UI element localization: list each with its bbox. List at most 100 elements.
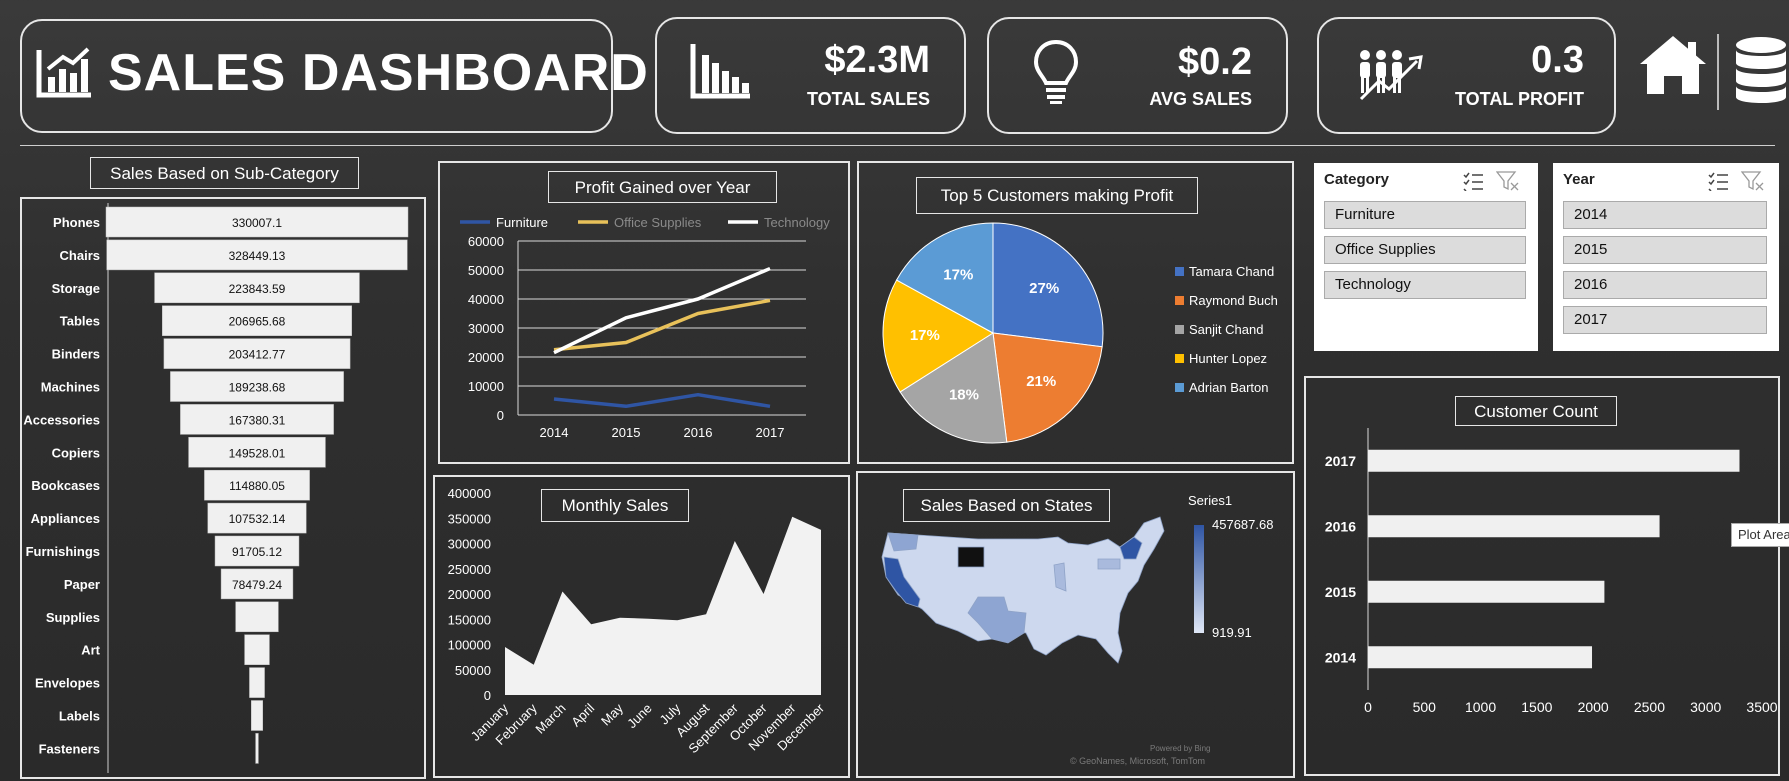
year-item-2016[interactable]: 2016 bbox=[1563, 271, 1767, 299]
map-state-wyoming bbox=[957, 546, 985, 568]
profit-legend-label: Office Supplies bbox=[614, 215, 702, 230]
subcategory-label: Chairs bbox=[60, 248, 100, 263]
profit-chart: 0 10000 20000 30000 40000 50000 60000 2014 2015 2… bbox=[460, 215, 830, 440]
category-slicer: Category Furniture Office Supplies Techn… bbox=[1314, 163, 1538, 351]
pie-data-label: 18% bbox=[949, 387, 979, 404]
pie-data-label: 21% bbox=[1026, 373, 1056, 390]
profit-y-tick: 60000 bbox=[468, 234, 504, 249]
kpi-avg-sales: $0.2 AVG SALES bbox=[987, 17, 1288, 134]
bar-chart-icon bbox=[36, 47, 91, 98]
customer-count-x-tick: 1000 bbox=[1465, 699, 1496, 715]
map-shapes bbox=[881, 516, 1165, 664]
monthly-x-tick: March bbox=[532, 701, 568, 737]
profit-legend-label: Technology bbox=[764, 215, 830, 230]
category-item-furniture[interactable]: Furniture bbox=[1324, 201, 1526, 229]
year-slicer: Year 2014 2015 2016 2017 bbox=[1553, 163, 1779, 351]
year-item-2017[interactable]: 2017 bbox=[1563, 306, 1767, 334]
category-slicer-title: Category bbox=[1324, 171, 1390, 188]
monthly-y-tick: 150000 bbox=[448, 612, 491, 627]
subcategory-label: Furnishings bbox=[26, 544, 100, 559]
subcategory-label: Labels bbox=[59, 709, 100, 724]
customer-count-x-tick: 500 bbox=[1413, 699, 1437, 715]
subcategory-bar bbox=[251, 700, 263, 731]
profit-x-tick: 2014 bbox=[540, 425, 569, 440]
subcategory-label: Appliances bbox=[31, 511, 100, 526]
subcategory-label: Storage bbox=[52, 281, 100, 296]
map-credit-geo: © GeoNames, Microsoft, TomTom bbox=[1070, 756, 1205, 766]
monthly-x-tick: May bbox=[598, 700, 626, 728]
subcategory-label: Art bbox=[81, 643, 100, 658]
customer-count-x-tick: 2000 bbox=[1578, 699, 1609, 715]
kpi-total-sales: $2.3M TOTAL SALES bbox=[655, 17, 966, 134]
subcategory-value-label: 91705.12 bbox=[232, 545, 282, 559]
subcategory-label: Fasteners bbox=[39, 741, 100, 756]
map-title: Sales Based on States bbox=[903, 489, 1110, 522]
subcategory-value-label: 189238.68 bbox=[229, 381, 286, 395]
monthly-y-tick: 50000 bbox=[455, 663, 491, 678]
profit-x-tick: 2016 bbox=[684, 425, 713, 440]
monthly-x-tick: June bbox=[624, 701, 655, 732]
pie-data-label: 27% bbox=[1029, 280, 1059, 297]
total-sales-label: TOTAL SALES bbox=[806, 89, 930, 109]
clear-filter-icon[interactable] bbox=[1496, 170, 1520, 192]
subcategory-chart-title: Sales Based on Sub-Category bbox=[90, 157, 359, 189]
category-item-technology[interactable]: Technology bbox=[1324, 271, 1526, 299]
monthly-y-tick: 400000 bbox=[448, 486, 491, 501]
category-item-office-supplies[interactable]: Office Supplies bbox=[1324, 236, 1526, 264]
clear-filter-icon[interactable] bbox=[1741, 170, 1765, 192]
subcategory-label: Envelopes bbox=[35, 676, 100, 691]
pie-data-label: 17% bbox=[910, 327, 940, 344]
pie-data-label: 17% bbox=[943, 266, 973, 283]
map-us-outline bbox=[881, 516, 1165, 664]
subcategory-label: Supplies bbox=[46, 610, 100, 625]
year-item-2015[interactable]: 2015 bbox=[1563, 236, 1767, 264]
profit-y-tick: 10000 bbox=[468, 379, 504, 394]
subcategory-value-label: 114880.05 bbox=[229, 479, 285, 493]
profit-x-tick: 2017 bbox=[756, 425, 785, 440]
monthly-y-tick: 0 bbox=[484, 688, 491, 703]
monthly-y-tick: 350000 bbox=[448, 511, 491, 526]
subcategory-label: Paper bbox=[64, 577, 100, 592]
pie-legend-swatch bbox=[1175, 383, 1184, 392]
map-legend-min: 919.91 bbox=[1212, 625, 1252, 640]
profit-y-tick: 20000 bbox=[468, 350, 504, 365]
monthly-y-tick: 200000 bbox=[448, 587, 491, 602]
pie-legend-swatch bbox=[1175, 354, 1184, 363]
customer-count-y-label: 2015 bbox=[1325, 584, 1356, 600]
home-icon[interactable] bbox=[1636, 32, 1710, 96]
subcategory-chart-panel: Phones 330007.1 Chairs 328449.13 Storage 2238… bbox=[20, 197, 426, 779]
database-icon[interactable] bbox=[1733, 36, 1789, 106]
lightbulb-icon bbox=[1033, 39, 1079, 104]
subcategory-value-label: 149528.01 bbox=[229, 446, 286, 460]
map-legend-max: 457687.68 bbox=[1212, 517, 1273, 532]
customer-count-y-label: 2016 bbox=[1325, 518, 1356, 534]
multi-select-icon[interactable] bbox=[1462, 171, 1484, 191]
title-panel: SALES DASHBOARD bbox=[20, 19, 648, 133]
multi-select-icon[interactable] bbox=[1707, 171, 1729, 191]
plot-area-tooltip: Plot Area bbox=[1731, 523, 1789, 547]
subcategory-bar bbox=[249, 667, 265, 698]
customer-count-x-tick: 1500 bbox=[1521, 699, 1552, 715]
bar-chart-icon bbox=[690, 44, 750, 99]
subcategory-value-label: 203412.77 bbox=[229, 348, 286, 362]
pie-legend-label: Sanjit Chand bbox=[1189, 322, 1263, 337]
pie-legend-swatch bbox=[1175, 325, 1184, 334]
profit-legend-label: Furniture bbox=[496, 215, 548, 230]
customer-count-x-tick: 0 bbox=[1364, 699, 1372, 715]
customer-count-bar bbox=[1368, 646, 1593, 669]
pie-legend-label: Hunter Lopez bbox=[1189, 351, 1267, 366]
profit-y-tick: 0 bbox=[497, 408, 504, 423]
monthly-y-tick: 300000 bbox=[448, 537, 491, 552]
header-separator bbox=[20, 145, 1775, 146]
total-sales-value: $2.3M bbox=[824, 39, 930, 81]
subcategory-label: Binders bbox=[52, 347, 100, 362]
profit-chart-title: Profit Gained over Year bbox=[548, 171, 777, 203]
profit-chart-panel: 0 10000 20000 30000 40000 50000 60000 2014 2015 2… bbox=[438, 161, 850, 464]
subcategory-value-label: 330007.1 bbox=[232, 216, 282, 230]
customer-count-bar bbox=[1368, 580, 1605, 603]
total-profit-value: 0.3 bbox=[1531, 39, 1584, 81]
avg-sales-value: $0.2 bbox=[1178, 41, 1252, 83]
year-item-2014[interactable]: 2014 bbox=[1563, 201, 1767, 229]
customer-count-panel: 2017 2016 2015 2014 0 500 1000 1500 2000 2500 3000… bbox=[1304, 376, 1780, 776]
subcategory-bar bbox=[244, 634, 270, 665]
